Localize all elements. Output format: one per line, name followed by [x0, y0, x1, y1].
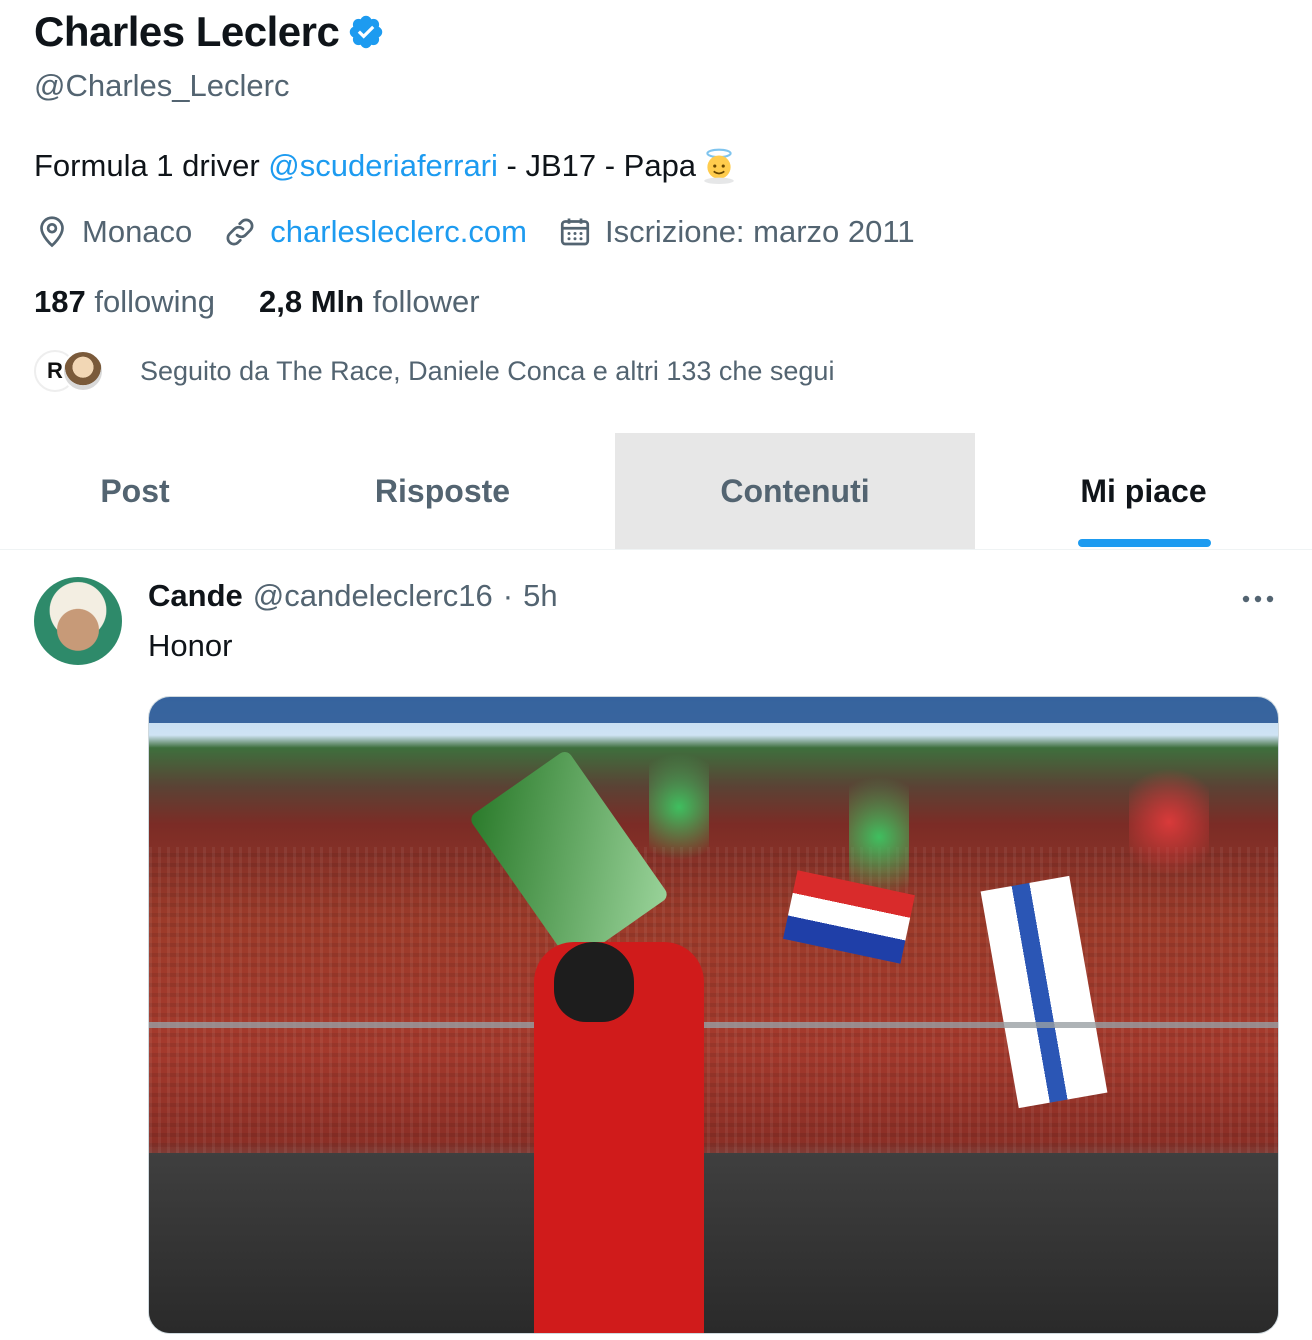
post-separator: · — [502, 578, 514, 613]
location-text: Monaco — [82, 214, 193, 249]
website-link[interactable]: charlesleclerc.com — [270, 214, 527, 250]
post-header: Cande @candeleclerc16 · 5h — [148, 578, 558, 614]
joined-text: Iscrizione: marzo 2011 — [605, 214, 915, 249]
angel-emoji-icon — [704, 148, 734, 184]
followed-by-text: Seguito da The Race, Daniele Conca e alt… — [140, 355, 835, 386]
tab-mi-piace[interactable]: Mi piace — [975, 433, 1312, 549]
bio-text-suffix: - JB17 - Papa — [497, 148, 697, 183]
calendar-icon — [560, 218, 590, 246]
following-count: 187 — [34, 284, 86, 319]
post-author-handle[interactable]: @candeleclerc16 — [253, 578, 493, 614]
tab-risposte-label: Risposte — [374, 472, 511, 509]
followed-by-row[interactable]: R Seguito da The Race, Daniele Conca e a… — [34, 350, 834, 392]
post-author-avatar[interactable] — [34, 577, 122, 665]
media-railing — [149, 1022, 1278, 1028]
profile-tabs: Post Risposte Contenuti Mi piace — [0, 433, 1312, 550]
post-time[interactable]: 5h — [523, 578, 557, 614]
following-stat[interactable]: 187 following — [34, 284, 215, 320]
bio-text-prefix: Formula 1 driver — [34, 148, 269, 183]
following-label: following — [94, 284, 215, 319]
post-media-image[interactable] — [148, 696, 1279, 1334]
follower-avatar-person — [62, 350, 104, 392]
link-icon — [226, 218, 254, 246]
profile-stats: 187 following 2,8 Mln follower — [34, 284, 480, 320]
followers-count: 2,8 Mln — [258, 284, 365, 319]
followers-stat[interactable]: 2,8 Mln follower — [259, 284, 480, 320]
verified-badge-icon[interactable] — [347, 13, 385, 51]
profile-meta-row: Monaco charlesleclerc.com Iscrizione: ma… — [34, 214, 945, 250]
bio-mention-link[interactable]: @scuderiaferrari — [268, 148, 498, 183]
tab-mi-piace-label: Mi piace — [1080, 472, 1207, 509]
joined-item: Iscrizione: marzo 2011 — [557, 214, 915, 250]
tab-post[interactable]: Post — [0, 433, 270, 549]
media-stage — [149, 1153, 1278, 1333]
post-text: Honor — [148, 628, 233, 663]
profile-name-row: Charles Leclerc — [34, 8, 385, 56]
tab-risposte[interactable]: Risposte — [270, 433, 615, 549]
profile-handle: @Charles_Leclerc — [34, 68, 290, 103]
media-banner — [149, 697, 1278, 723]
profile-bio: Formula 1 driver @scuderiaferrari - JB17… — [34, 146, 738, 184]
location-pin-icon — [40, 216, 64, 248]
tab-post-label: Post — [100, 472, 170, 509]
more-dots-icon[interactable] — [1238, 584, 1278, 614]
active-tab-indicator — [1078, 539, 1211, 547]
media-driver-cap — [554, 942, 634, 1022]
website-item[interactable]: charlesleclerc.com — [222, 214, 527, 250]
location-item: Monaco — [34, 214, 192, 250]
tab-contenuti-label: Contenuti — [720, 472, 870, 509]
media-smoke-red — [1129, 757, 1209, 887]
followers-label: follower — [372, 284, 480, 319]
media-smoke-green — [649, 737, 709, 877]
profile-display-name: Charles Leclerc — [34, 8, 340, 55]
post-author-name[interactable]: Cande — [148, 578, 243, 614]
tab-contenuti[interactable]: Contenuti — [615, 433, 975, 549]
